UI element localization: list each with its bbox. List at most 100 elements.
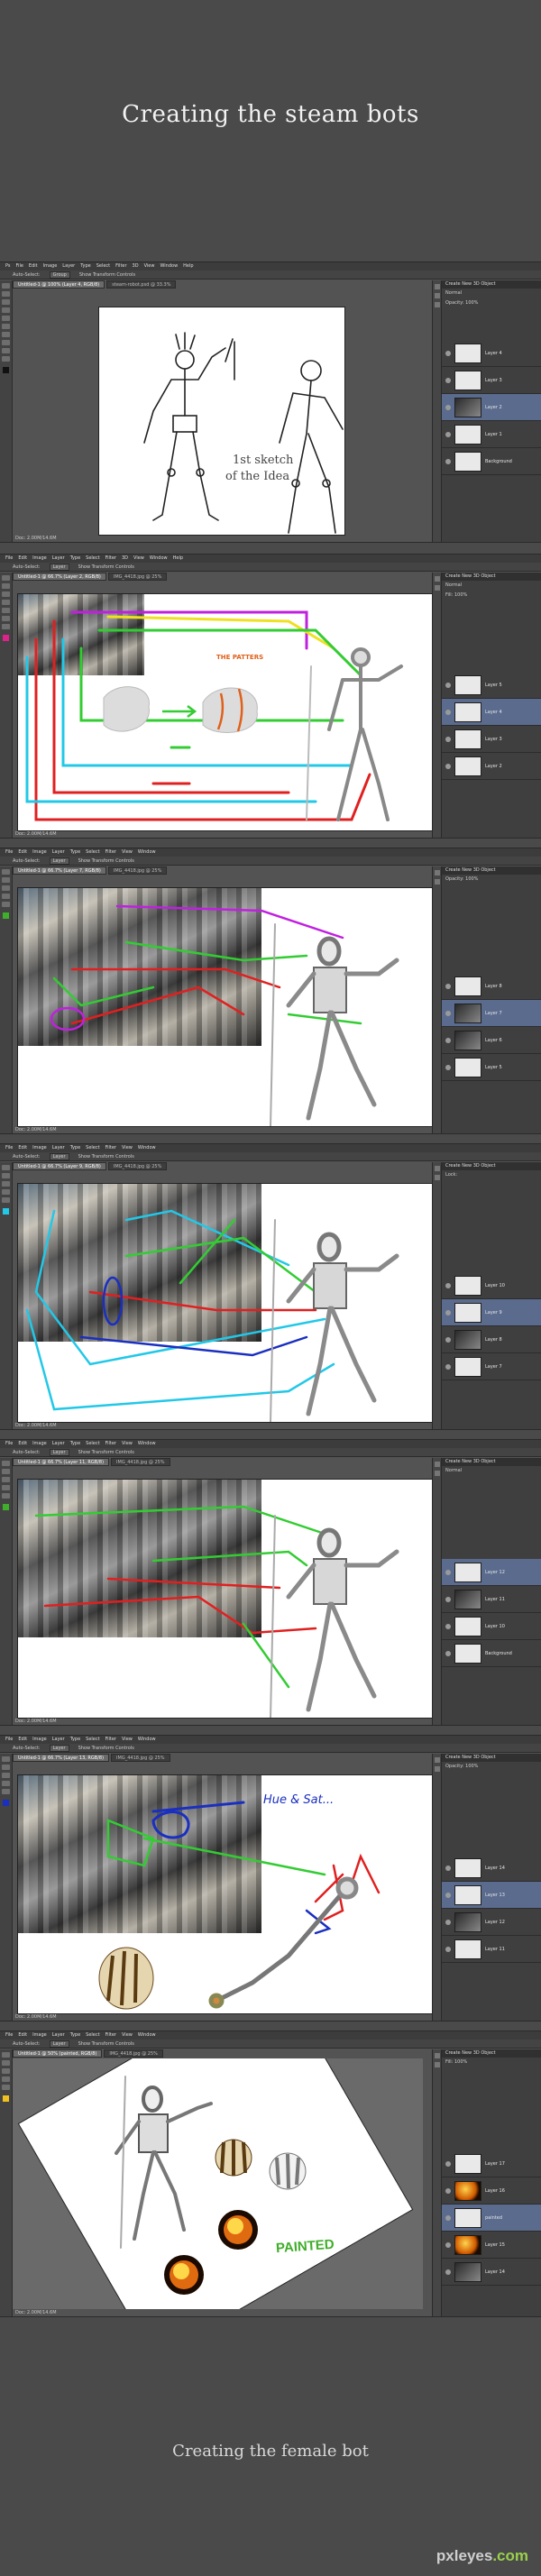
eye-icon[interactable]: [445, 2160, 451, 2167]
menu-item[interactable]: Window: [138, 1736, 156, 1744]
document-tab[interactable]: Untitled-1 @ 66.7% (Layer 9, RGB/8): [13, 1162, 106, 1170]
history-icon[interactable]: [435, 1166, 440, 1171]
menu-item[interactable]: Select: [86, 1440, 99, 1448]
eye-icon[interactable]: [445, 1037, 451, 1043]
layer-row[interactable]: Layer 14: [442, 2259, 541, 2286]
eye-icon[interactable]: [445, 1010, 451, 1016]
option-checkbox[interactable]: Show Transform Controls: [78, 563, 134, 571]
menu-item[interactable]: Help: [173, 555, 183, 563]
menu-item[interactable]: Type: [70, 1736, 80, 1744]
opacity[interactable]: Opacity: 100%: [442, 875, 541, 885]
option-checkbox[interactable]: Show Transform Controls: [78, 1448, 134, 1456]
menu-item[interactable]: File: [5, 2031, 13, 2040]
layer-row[interactable]: Layer 3: [442, 367, 541, 394]
eraser-tool-icon[interactable]: [2, 1189, 10, 1195]
swatches-icon[interactable]: [435, 1471, 440, 1476]
brush-tool-icon[interactable]: [2, 885, 10, 891]
opacity[interactable]: Opacity: 100%: [442, 298, 541, 308]
brush-tool-icon[interactable]: [2, 1181, 10, 1187]
layer-row[interactable]: Background: [442, 1640, 541, 1667]
lasso-tool-icon[interactable]: [2, 591, 10, 597]
menu-item[interactable]: Image: [32, 2031, 47, 2040]
document-tab[interactable]: IMG_4418.jpg @ 25%: [107, 573, 168, 581]
menu-item[interactable]: Type: [70, 848, 80, 857]
menu-item[interactable]: Layer: [52, 848, 65, 857]
document-canvas[interactable]: THE PATTERS: [18, 594, 442, 830]
option-select[interactable]: Layer: [49, 1153, 69, 1160]
menu-item[interactable]: Type: [70, 2031, 80, 2040]
menu-item[interactable]: View: [122, 2031, 133, 2040]
eye-icon[interactable]: [445, 1282, 451, 1288]
document-tab[interactable]: Untitled-1 @ 100% (Layer 4, RGB/8): [13, 280, 105, 289]
menu-item[interactable]: Help: [183, 262, 193, 270]
eye-icon[interactable]: [445, 1569, 451, 1575]
menu-item[interactable]: Filter: [105, 1440, 116, 1448]
hand-tool-icon[interactable]: [2, 348, 10, 353]
layer-row[interactable]: Layer 5: [442, 672, 541, 699]
marquee-tool-icon[interactable]: [2, 583, 10, 589]
menu-item[interactable]: Window: [150, 555, 168, 563]
lasso-tool-icon[interactable]: [2, 1173, 10, 1178]
menu-item[interactable]: Edit: [29, 262, 38, 270]
foreground-color-swatch[interactable]: [3, 1504, 9, 1510]
brush-tool-icon[interactable]: [2, 1477, 10, 1482]
menu-item[interactable]: Select: [86, 2031, 99, 2040]
foreground-color-swatch[interactable]: [3, 912, 9, 919]
history-icon[interactable]: [435, 1757, 440, 1763]
layer-row[interactable]: Layer 2: [442, 753, 541, 780]
foreground-color-swatch[interactable]: [3, 1800, 9, 1806]
menu-item[interactable]: Window: [138, 848, 156, 857]
layer-row[interactable]: painted: [442, 2205, 541, 2232]
eye-icon[interactable]: [445, 431, 451, 437]
eye-icon[interactable]: [445, 1650, 451, 1656]
document-tab[interactable]: IMG_4418.jpg @ 25%: [107, 866, 168, 875]
option-select[interactable]: Group: [49, 271, 70, 279]
zoom-tool-icon[interactable]: [2, 356, 10, 362]
menu-item[interactable]: Select: [86, 555, 99, 563]
blend-mode[interactable]: Normal: [442, 581, 541, 591]
option-checkbox[interactable]: Show Transform Controls: [78, 857, 134, 865]
eraser-tool-icon[interactable]: [2, 608, 10, 613]
eye-icon[interactable]: [445, 1892, 451, 1898]
menu-item[interactable]: View: [122, 1144, 133, 1152]
zoom-tool-icon[interactable]: [2, 902, 10, 907]
marquee-tool-icon[interactable]: [2, 291, 10, 297]
menu-item[interactable]: 3D: [133, 262, 139, 270]
eye-icon[interactable]: [445, 1596, 451, 1602]
brush-tool-icon[interactable]: [2, 2068, 10, 2074]
menu-item[interactable]: View: [122, 1440, 133, 1448]
swatches-icon[interactable]: [435, 1175, 440, 1180]
history-icon[interactable]: [435, 2053, 440, 2058]
opacity[interactable]: Opacity: 100%: [442, 1762, 541, 1772]
layer-row[interactable]: Layer 7: [442, 1000, 541, 1027]
adjustments-icon[interactable]: [435, 302, 440, 307]
brush-tool-icon[interactable]: [2, 600, 10, 605]
pen-tool-icon[interactable]: [2, 332, 10, 337]
menu-item[interactable]: Layer: [52, 2031, 65, 2040]
swatches-icon[interactable]: [435, 1766, 440, 1772]
document-canvas[interactable]: Hue & Sat...: [18, 1775, 442, 2013]
option-checkbox[interactable]: Show Transform Controls: [78, 2040, 134, 2048]
menu-item[interactable]: Edit: [18, 1440, 27, 1448]
layer-row[interactable]: Layer 12: [442, 1909, 541, 1936]
document-tab[interactable]: IMG_4418.jpg @ 25%: [107, 1162, 168, 1170]
menu-item[interactable]: Filter: [105, 555, 116, 563]
eraser-tool-icon[interactable]: [2, 2076, 10, 2082]
eye-icon[interactable]: [445, 2214, 451, 2221]
eye-icon[interactable]: [445, 1363, 451, 1370]
lasso-tool-icon[interactable]: [2, 1469, 10, 1474]
menu-item[interactable]: Image: [32, 1440, 47, 1448]
layer-row[interactable]: Layer 4: [442, 699, 541, 726]
layer-row[interactable]: Background: [442, 448, 541, 475]
eye-icon[interactable]: [445, 682, 451, 688]
layer-row[interactable]: Layer 10: [442, 1613, 541, 1640]
option-checkbox[interactable]: Show Transform Controls: [79, 270, 135, 279]
document-tab[interactable]: IMG_4418.jpg @ 25%: [111, 1458, 170, 1466]
layer-row[interactable]: Layer 14: [442, 1855, 541, 1882]
history-icon[interactable]: [435, 284, 440, 289]
menu-item[interactable]: Image: [32, 848, 47, 857]
menu-item[interactable]: View: [122, 1736, 133, 1744]
menu-item[interactable]: Window: [138, 1144, 156, 1152]
eraser-tool-icon[interactable]: [2, 324, 10, 329]
brush-tool-icon[interactable]: [2, 316, 10, 321]
